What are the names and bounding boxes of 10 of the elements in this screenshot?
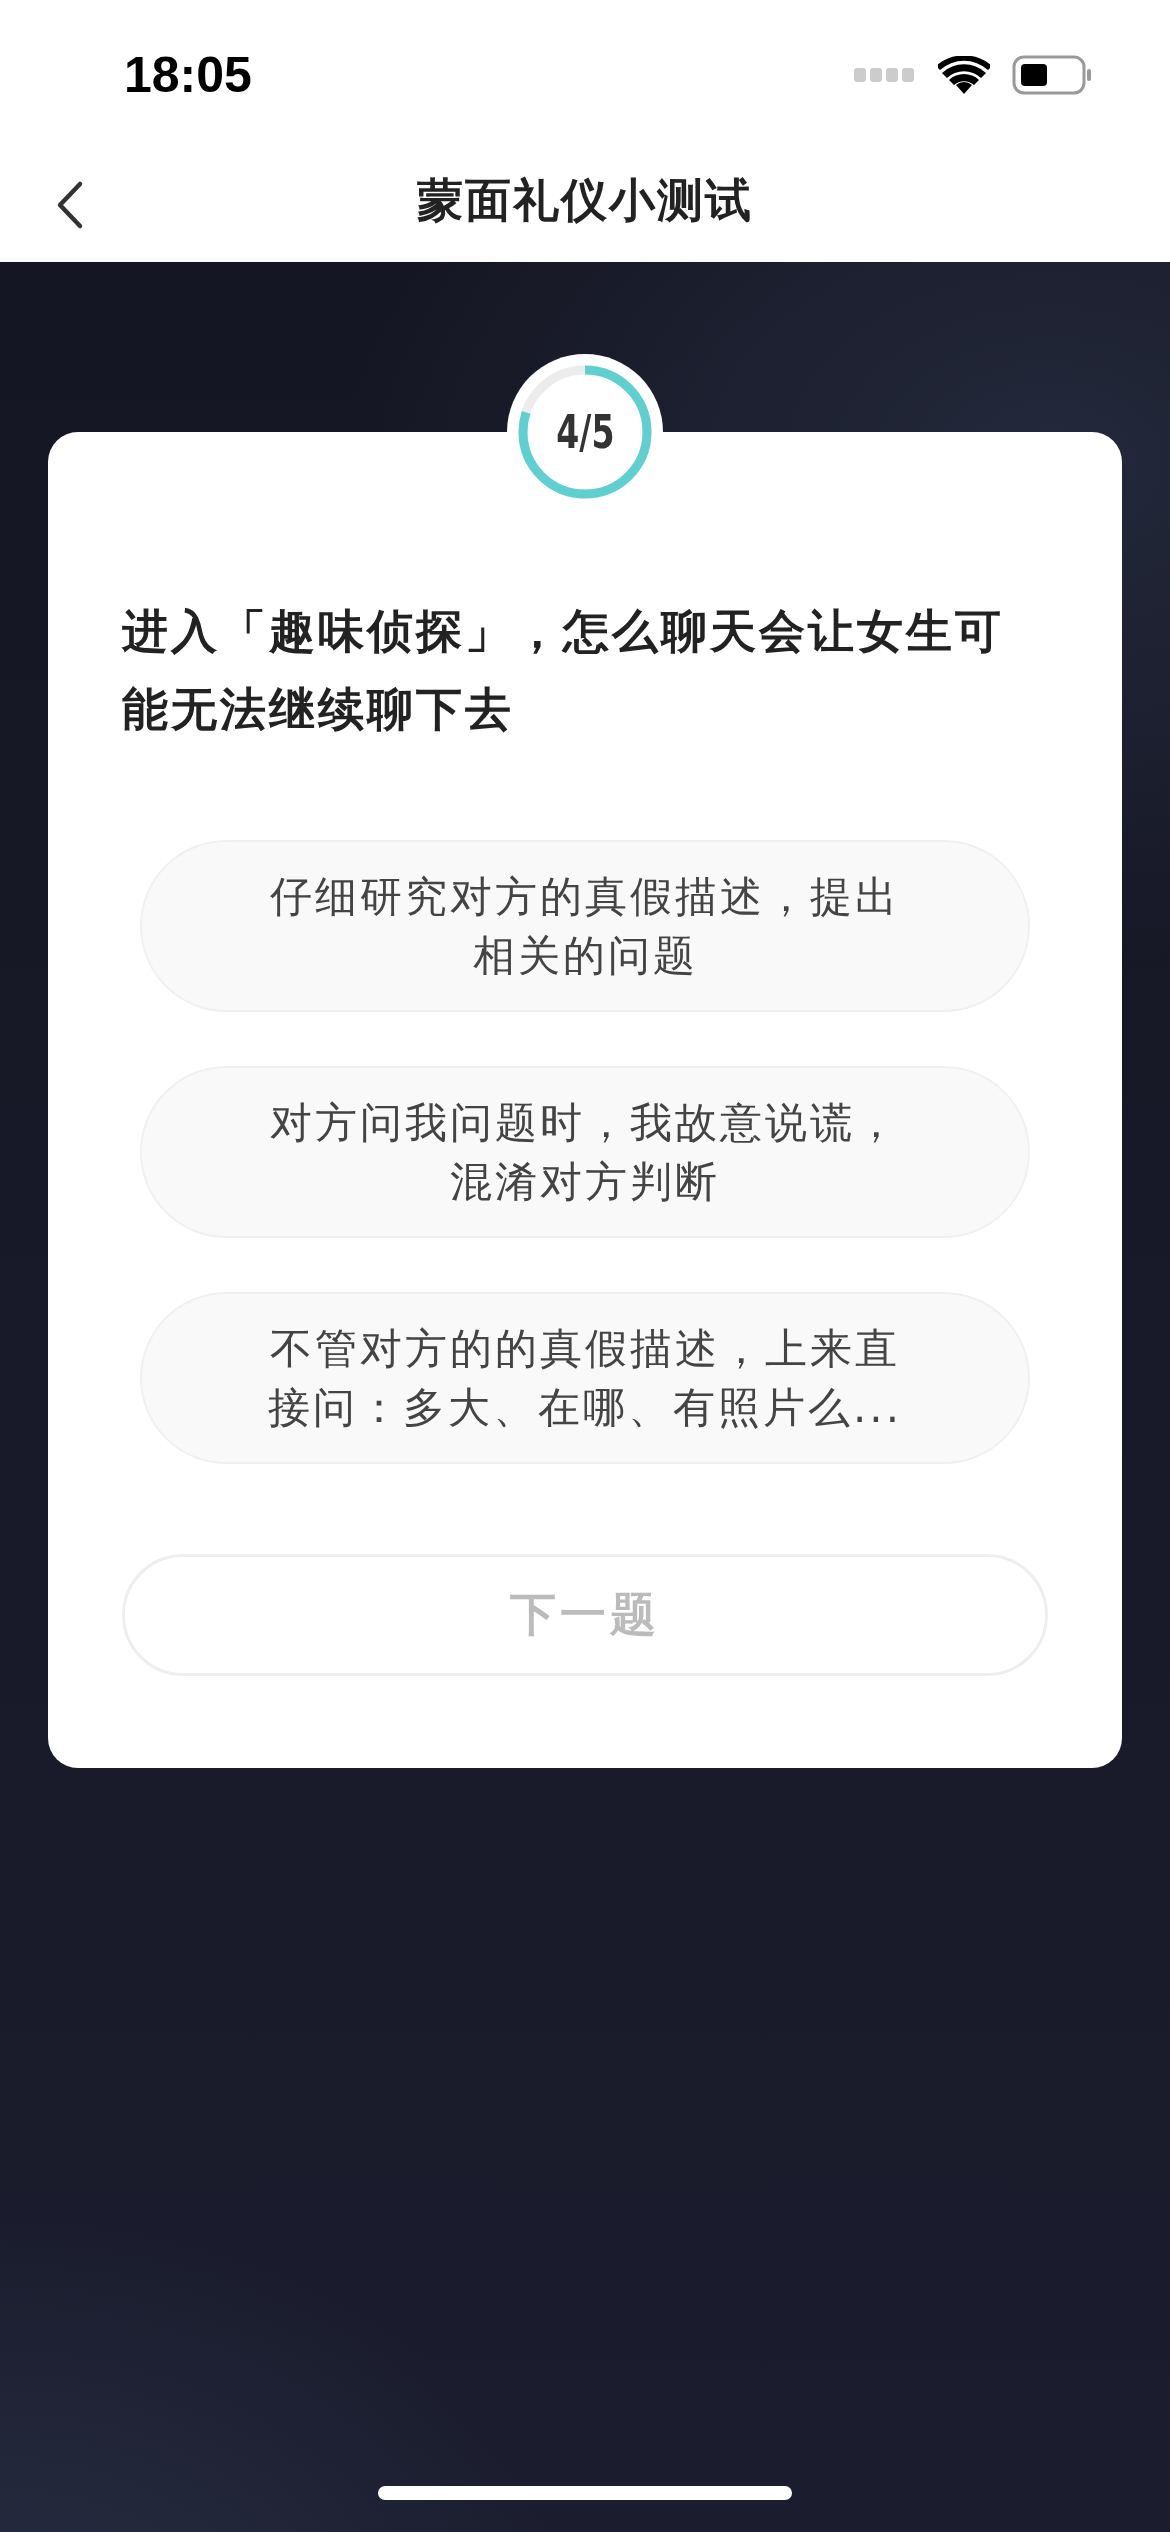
question-text: 进入「趣味侦探」，怎么聊天会让女生可能无法继续聊下去 — [122, 603, 1005, 738]
answer-option[interactable]: 对方问我问题时，我故意说谎，混淆对方判断 — [140, 1066, 1030, 1238]
progress-label: 4/5 — [555, 405, 615, 459]
wifi-icon — [938, 56, 990, 94]
answer-option[interactable]: 不管对方的的真假描述，上来直接问：多大、在哪、有照片么... — [140, 1292, 1030, 1464]
battery-icon — [1012, 55, 1092, 95]
status-time: 18:05 — [124, 46, 252, 104]
answer-option[interactable]: 仔细研究对方的真假描述，提出相关的问题 — [140, 840, 1030, 1012]
signal-icon — [854, 68, 916, 82]
page-title: 蒙面礼仪小测试 — [417, 172, 753, 229]
